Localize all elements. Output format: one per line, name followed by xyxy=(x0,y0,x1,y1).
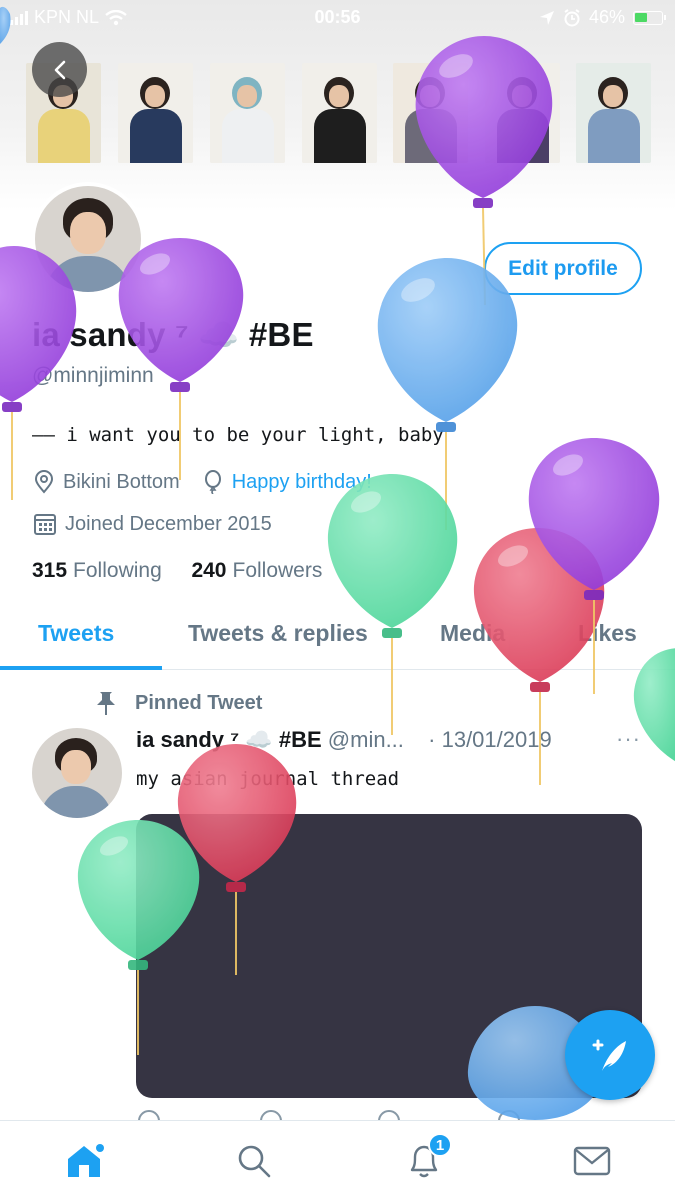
joined-date: Joined December 2015 xyxy=(65,512,272,535)
battery-percent: 46% xyxy=(588,7,625,27)
home-icon xyxy=(68,1144,104,1177)
battery-icon xyxy=(633,10,666,25)
location-pin-icon xyxy=(34,470,54,494)
banner-photo xyxy=(302,63,377,163)
pinned-label-row: Pinned Tweet xyxy=(95,690,262,716)
location-text: Bikini Bottom xyxy=(63,470,180,493)
profile-meta-row: Bikini Bottom Happy birthday! xyxy=(33,470,372,494)
pinned-label: Pinned Tweet xyxy=(135,691,263,714)
location-arrow-icon xyxy=(539,10,554,25)
following-count: 315 xyxy=(32,559,68,582)
nav-home[interactable] xyxy=(62,1139,106,1183)
balloon-icon xyxy=(204,470,221,494)
nav-messages[interactable] xyxy=(570,1139,614,1183)
tweet-avatar[interactable] xyxy=(32,728,122,818)
mail-icon xyxy=(573,1146,611,1176)
calendar-icon xyxy=(34,514,56,535)
tweet-text: my asian journal thread xyxy=(136,768,400,790)
display-name: ia sandy ⁷ ☁️ #BE xyxy=(32,316,314,353)
pin-icon xyxy=(97,692,115,715)
balloon-green xyxy=(327,474,458,735)
tweet-header: ia sandy ⁷ ☁️ #BE @min... · 13/01/2019 xyxy=(136,727,552,753)
back-button[interactable] xyxy=(32,42,87,97)
active-tab-indicator xyxy=(0,666,162,670)
banner-photo xyxy=(485,63,560,163)
compose-feather-icon xyxy=(592,1039,626,1071)
nav-search[interactable] xyxy=(232,1139,276,1183)
tab-tweets-replies[interactable]: Tweets & replies xyxy=(188,620,368,647)
chevron-left-icon xyxy=(54,60,65,79)
tweet-date: · 13/01/2019 xyxy=(428,727,552,752)
banner-photo xyxy=(576,63,651,163)
banner-photo xyxy=(210,63,285,163)
banner-photo xyxy=(393,63,468,163)
followers-label: Followers xyxy=(232,559,323,582)
following-link[interactable]: 315 Following xyxy=(32,559,162,582)
tab-tweets[interactable]: Tweets xyxy=(38,620,114,647)
profile-bio: —— i want you to be your light, baby xyxy=(32,424,444,446)
compose-tweet-button[interactable] xyxy=(565,1010,655,1100)
followers-count: 240 xyxy=(191,559,227,582)
nav-notifications[interactable]: 1 xyxy=(402,1133,452,1183)
tweet-author-handle: @min... xyxy=(327,727,404,752)
following-label: Following xyxy=(73,559,162,582)
status-bar: KPN NL 00:56 46% xyxy=(0,0,675,36)
bottom-navigation: 1 xyxy=(0,1120,675,1200)
profile-tabs: Tweets Tweets & replies Media Likes xyxy=(0,608,675,670)
balloon-blue xyxy=(377,258,518,530)
search-icon xyxy=(238,1145,271,1178)
birthday-link[interactable]: Happy birthday! xyxy=(232,471,372,494)
followers-link[interactable]: 240 Followers xyxy=(191,559,322,582)
profile-avatar[interactable] xyxy=(31,182,145,296)
edit-profile-button[interactable]: Edit profile xyxy=(484,242,642,295)
banner-photo xyxy=(118,63,193,163)
tweet-more-icon[interactable]: ··· xyxy=(616,726,641,752)
tab-media[interactable]: Media xyxy=(440,620,505,647)
notification-badge: 1 xyxy=(428,1133,452,1157)
tweet-author-name[interactable]: ia sandy ⁷ ☁️ #BE xyxy=(136,727,322,752)
joined-row: Joined December 2015 xyxy=(33,512,272,536)
follow-counts: 315 Following 240 Followers xyxy=(32,559,322,583)
tab-likes[interactable]: Likes xyxy=(578,620,637,647)
user-handle: @minnjiminn xyxy=(32,364,154,387)
alarm-icon xyxy=(564,8,580,26)
